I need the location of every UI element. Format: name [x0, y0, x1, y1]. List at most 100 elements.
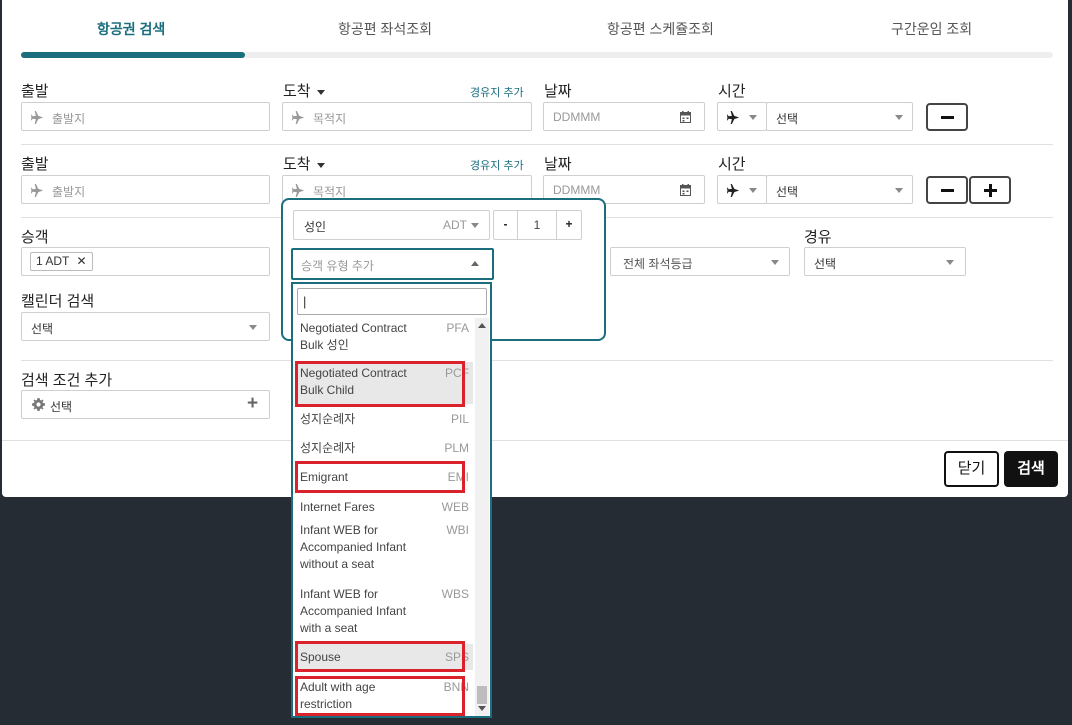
add-pax-type-select[interactable]: 승객 유형 추가 [291, 248, 494, 280]
decrement-button[interactable]: - [494, 211, 518, 239]
highlight-box [295, 676, 465, 716]
calendar-search-label: 캘린더 검색 [21, 293, 95, 310]
chevron-down-icon [946, 260, 954, 265]
tab-fare-inquiry[interactable]: 구간운임 조회 [891, 19, 972, 39]
option-code: PLM [444, 441, 469, 455]
passenger-label: 승객 [21, 229, 49, 246]
plane-icon [292, 111, 305, 124]
pax-type-search-input[interactable]: | [297, 288, 487, 315]
list-item[interactable]: 성지순례자 PLM [298, 437, 473, 461]
remove-segment-button[interactable] [926, 103, 968, 131]
origin-placeholder: 출발지 [52, 112, 86, 126]
plus-icon[interactable]: + [247, 393, 258, 415]
passenger-tag-text: 1 ADT [36, 254, 70, 268]
date-input[interactable]: DDMMM [543, 102, 705, 131]
search-button[interactable]: 검색 [1004, 451, 1058, 487]
calendar-search-select[interactable]: 선택 [21, 312, 270, 341]
divider [21, 360, 1053, 361]
add-via-link[interactable]: 경유지 추가 [470, 157, 524, 173]
calendar-search-value: 선택 [31, 322, 54, 336]
remove-segment-button[interactable] [926, 176, 968, 204]
origin-placeholder: 출발지 [52, 185, 86, 199]
search-condition-select[interactable]: 선택 + [21, 390, 270, 419]
option-name: 성지순례자 [300, 412, 356, 426]
add-via-link[interactable]: 경유지 추가 [470, 84, 524, 100]
plane-icon [727, 111, 740, 124]
list-item[interactable]: Infant WEB for Accompanied Infant withou… [298, 520, 473, 578]
gear-icon [32, 398, 45, 411]
option-name: Infant WEB for Accompanied Infant withou… [300, 523, 407, 571]
chevron-down-icon [895, 115, 903, 120]
origin-input[interactable]: 출발지 [21, 175, 270, 204]
plus-icon-v [989, 184, 992, 197]
transit-select[interactable]: 선택 [804, 247, 966, 276]
close-button[interactable]: 닫기 [944, 451, 999, 487]
chevron-down-icon [895, 188, 903, 193]
chevron-down-icon [749, 188, 757, 193]
scrollbar-thumb[interactable] [477, 686, 487, 704]
add-pax-type-placeholder: 승객 유형 추가 [301, 259, 374, 273]
calendar-icon[interactable] [680, 111, 691, 123]
divider [21, 144, 1053, 145]
tab-schedule-inquiry[interactable]: 항공편 스케쥴조회 [607, 19, 714, 39]
time-mode-select[interactable] [717, 102, 767, 131]
cabin-select[interactable]: 전체 좌석등급 [610, 247, 790, 276]
calendar-icon[interactable] [680, 184, 691, 196]
origin-input[interactable]: 출발지 [21, 102, 270, 131]
minus-icon [941, 116, 954, 119]
date-label: 날짜 [544, 83, 572, 100]
time-select[interactable]: 선택 [766, 102, 913, 131]
date-placeholder: DDMMM [553, 183, 601, 197]
date-label: 날짜 [544, 156, 572, 173]
destination-input[interactable]: 목적지 [282, 102, 532, 131]
pax-type-select[interactable]: 성인 ADT [293, 210, 490, 240]
origin-label: 출발 [21, 156, 49, 173]
highlight-box [295, 361, 465, 407]
plane-icon [31, 111, 44, 124]
close-icon[interactable]: ✕ [76, 254, 86, 268]
list-item[interactable]: Internet Fares WEB [298, 496, 473, 518]
tab-ticket-search[interactable]: 항공권 검색 [97, 19, 165, 39]
destination-label[interactable]: 도착 [283, 153, 325, 174]
increment-button[interactable]: + [556, 211, 581, 239]
search-condition-value: 선택 [50, 400, 73, 414]
time-select-value: 선택 [776, 185, 799, 199]
destination-label[interactable]: 도착 [283, 80, 325, 101]
passenger-tag[interactable]: 1 ADT ✕ [30, 252, 93, 271]
option-code: WBS [441, 587, 469, 601]
plane-icon [727, 184, 740, 197]
transit-select-value: 선택 [814, 257, 837, 271]
tab-indicator-track [21, 52, 1053, 58]
chevron-down-icon [316, 89, 325, 95]
chevron-down-icon [749, 115, 757, 120]
origin-label: 출발 [21, 83, 49, 100]
plane-icon [292, 184, 305, 197]
list-item[interactable]: 성지순례자 PIL [298, 408, 473, 432]
chevron-down-icon [471, 223, 479, 228]
time-select[interactable]: 선택 [766, 175, 913, 204]
scroll-down-icon[interactable] [478, 706, 486, 711]
list-item[interactable]: Infant WEB for Accompanied Infant with a… [298, 584, 473, 642]
pax-count-value[interactable]: 1 [518, 211, 556, 239]
scroll-up-icon[interactable] [478, 323, 486, 328]
pax-type-dropdown: | Negotiated Contract Bulk 성인 PFA Negoti… [291, 282, 492, 718]
option-name: Infant WEB for Accompanied Infant with a… [300, 587, 407, 635]
chevron-down-icon [316, 162, 325, 168]
option-code: WBI [446, 523, 469, 537]
pax-count-stepper[interactable]: - 1 + [493, 210, 582, 240]
list-item[interactable]: Negotiated Contract Bulk 성인 PFA [298, 318, 473, 358]
time-label: 시간 [718, 83, 746, 100]
footer-divider [2, 440, 1068, 441]
passenger-input[interactable]: 1 ADT ✕ [21, 247, 270, 276]
time-mode-select[interactable] [717, 175, 767, 204]
add-segment-button[interactable] [969, 176, 1011, 204]
tab-seat-inquiry[interactable]: 항공편 좌석조회 [338, 19, 432, 39]
dropdown-scrollbar[interactable] [475, 318, 489, 716]
chevron-down-icon [249, 325, 257, 330]
option-code: WEB [441, 500, 469, 514]
chevron-up-icon [471, 261, 479, 266]
destination-label-text: 도착 [283, 83, 311, 100]
destination-placeholder: 목적지 [313, 112, 347, 126]
option-code: PIL [450, 412, 469, 426]
pax-type-value: 성인 [304, 220, 327, 234]
